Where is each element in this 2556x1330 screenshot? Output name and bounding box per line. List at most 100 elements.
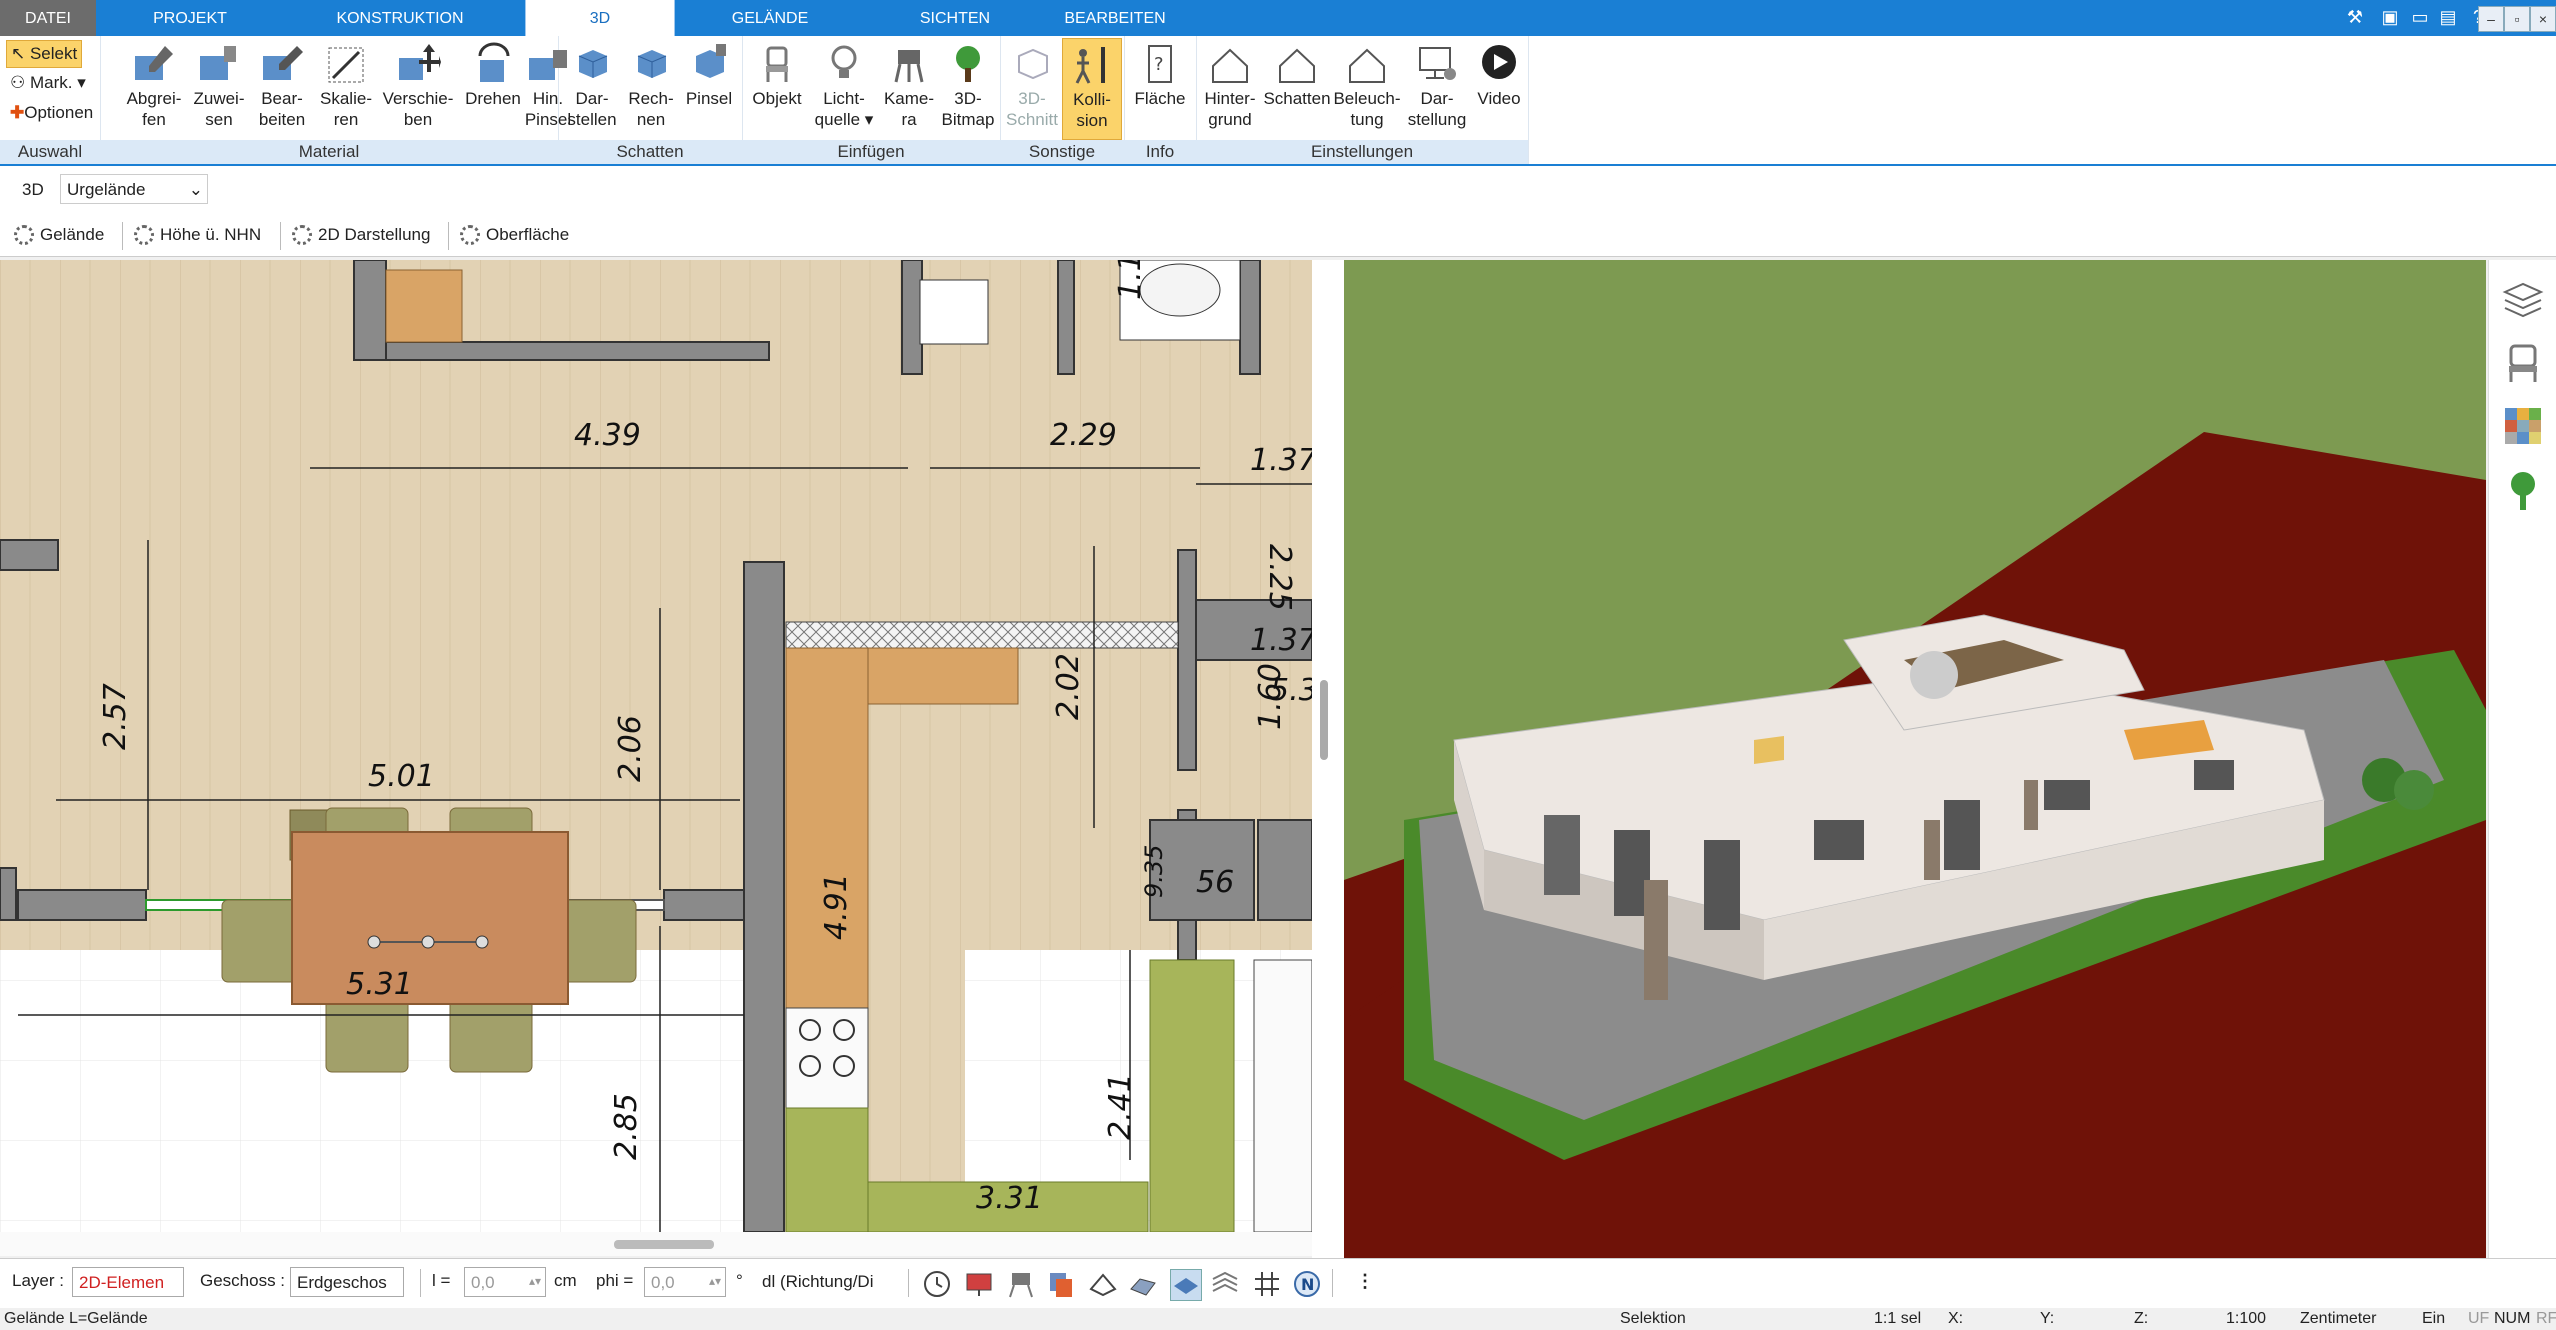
tab-bearbeiten[interactable]: BEARBEITEN (1040, 0, 1190, 36)
geschoss-dropdown-value: Erdgeschos (297, 1273, 387, 1292)
plant-icon[interactable] (2501, 468, 2545, 512)
play-icon (1482, 45, 1516, 79)
beleuchtung-button[interactable]: Beleuch-tung (1332, 38, 1402, 138)
layer-label: Layer : (12, 1271, 64, 1290)
grid-icon[interactable] (1252, 1269, 1282, 1299)
shadow-show-button[interactable]: Dar-stellen (562, 38, 622, 138)
spinner-icon[interactable]: ▴▾ (709, 1266, 721, 1296)
clock-icon[interactable] (922, 1269, 952, 1299)
dimension-label: 4.39 (574, 418, 641, 453)
phi-label: phi = (596, 1271, 634, 1290)
tab-gelaende[interactable]: GELÄNDE (700, 0, 840, 36)
verschieben-button[interactable]: Verschie-ben (378, 38, 458, 138)
splitter-handle[interactable] (1320, 680, 1328, 760)
kitchen-cabinet (1149, 959, 1235, 1232)
camera-icon (894, 50, 924, 83)
furniture-icon[interactable] (2501, 340, 2545, 384)
pick-material-icon (135, 46, 173, 80)
shadow-calc-button[interactable]: Rech-nen (622, 38, 680, 138)
terrain-layer-icon[interactable] (1210, 1269, 1240, 1299)
floor-plan-view[interactable]: 4.39 2.29 1.37 2.57 5.01 2.06 2.02 1.37 … (0, 260, 1312, 1232)
options-button[interactable]: ✚Optionen (6, 100, 97, 126)
dimension-label: 2.57 (98, 683, 133, 750)
layer-plane-icon[interactable] (1170, 1269, 1202, 1301)
horizontal-scrollbar[interactable] (0, 1232, 1312, 1256)
tasks-icon[interactable]: ▤ (2436, 5, 2460, 29)
shrub (2394, 770, 2434, 810)
dimension-label: 56 (1196, 865, 1234, 900)
tab-projekt[interactable]: PROJEKT (120, 0, 260, 36)
flaeche-button[interactable]: ? Fläche (1128, 38, 1192, 138)
drehen-button[interactable]: Drehen (458, 38, 528, 138)
tab-datei[interactable]: DATEI (0, 0, 96, 36)
kollision-button[interactable]: Kolli-sion (1062, 38, 1122, 140)
kamera-button[interactable]: Kame-ra (880, 38, 938, 138)
3d-view[interactable] (1344, 260, 2486, 1258)
gelaende-option[interactable]: Gelände (6, 220, 104, 250)
gear-icon (14, 225, 34, 245)
geschoss-dropdown[interactable]: Erdgeschos (290, 1267, 404, 1297)
north-icon[interactable]: N (1292, 1269, 1322, 1299)
hintergrund-button[interactable]: Hinter-grund (1198, 38, 1262, 138)
select-button[interactable]: ↖ Selekt (6, 40, 83, 68)
schatten-settings-button[interactable]: Schatten (1262, 38, 1332, 138)
minimize-button[interactable]: – (2478, 6, 2504, 32)
bearbeiten-button[interactable]: Bear-beiten (250, 38, 314, 138)
edit-material-icon (263, 46, 303, 80)
video-button[interactable]: Video (1472, 38, 1526, 138)
2d-darstellung-option[interactable]: 2D Darstellung (284, 220, 430, 250)
footer-rf: RF (2536, 1310, 2556, 1327)
3d-schnitt-button[interactable]: 3D- Schnitt (1002, 38, 1062, 138)
phi-value: 0,0 (651, 1273, 675, 1292)
lichtquelle-button[interactable]: Licht-quelle ▾ (808, 38, 880, 138)
tab-sichten[interactable]: SICHTEN (880, 0, 1030, 36)
window-icon[interactable]: ▭ (2408, 5, 2432, 29)
objekt-button[interactable]: Objekt (746, 38, 808, 138)
view-splitter[interactable] (1312, 260, 1344, 1260)
tab-3d[interactable]: 3D (525, 0, 675, 36)
scroll-thumb[interactable] (614, 1240, 714, 1249)
mark-button[interactable]: ⚇ Mark. ▾ (6, 70, 90, 96)
roof-icon[interactable] (1088, 1269, 1118, 1299)
phi-input[interactable]: 0,0 ▴▾ (644, 1267, 726, 1297)
materials-icon[interactable] (2501, 404, 2545, 448)
screen-icon[interactable] (964, 1269, 994, 1299)
restore-button[interactable]: ▫ (2504, 6, 2530, 32)
layer-dropdown[interactable]: 2D-Elemen (72, 1267, 184, 1297)
darstellung-button[interactable]: Dar-stellung (1402, 38, 1472, 138)
shadow-brush-button[interactable]: Pinsel (680, 38, 738, 138)
close-button[interactable]: × (2530, 6, 2556, 32)
group-info: ? Fläche Info (1124, 36, 1197, 164)
tab-konstruktion[interactable]: KONSTRUKTION (300, 0, 500, 36)
stone-pillar (1924, 820, 1940, 880)
layers-icon[interactable] (2501, 276, 2545, 320)
direction-dropdown[interactable]: dl (Richtung/Di (756, 1267, 898, 1297)
3d-bitmap-button[interactable]: 3D- Bitmap (938, 38, 998, 138)
more-icon[interactable]: ⋮ (1356, 1271, 1374, 1292)
stairs-icon[interactable] (1128, 1269, 1158, 1299)
footer-num: NUM (2494, 1310, 2531, 1327)
abgreifen-button[interactable]: Abgrei-fen (120, 38, 188, 138)
hoehe-label: Höhe ü. NHN (160, 225, 262, 244)
copy-icon[interactable] (1046, 1269, 1076, 1299)
dimension-label: 1.15 (1113, 260, 1148, 300)
mark-label: Mark. (29, 73, 73, 92)
skalieren-button[interactable]: Skalie-ren (314, 38, 378, 138)
3d-canvas[interactable] (1344, 260, 2486, 1258)
tools-icon[interactable]: ⚒ (2343, 5, 2367, 29)
length-unit: cm (554, 1271, 577, 1290)
camera-tool-icon[interactable] (1006, 1269, 1036, 1299)
oberflaeche-option[interactable]: Oberfläche (452, 220, 569, 250)
length-input[interactable]: 0,0 ▴▾ (464, 1267, 546, 1297)
dimension-label: 5.01 (368, 759, 435, 794)
hoehe-nhn-option[interactable]: Höhe ü. NHN (126, 220, 261, 250)
dimension-label: 1.37 (1250, 623, 1312, 658)
house-light-icon (1349, 48, 1385, 83)
layer-select[interactable]: Urgelände ⌄ (60, 174, 208, 204)
zuweisen-button[interactable]: Zuwei-sen (188, 38, 250, 138)
folder-icon[interactable]: ▣ (2378, 5, 2402, 29)
move-icon (399, 44, 441, 80)
floor-plan-canvas[interactable]: 4.39 2.29 1.37 2.57 5.01 2.06 2.02 1.37 … (0, 260, 1312, 1232)
divider (1332, 1269, 1333, 1297)
spinner-icon[interactable]: ▴▾ (529, 1266, 541, 1296)
